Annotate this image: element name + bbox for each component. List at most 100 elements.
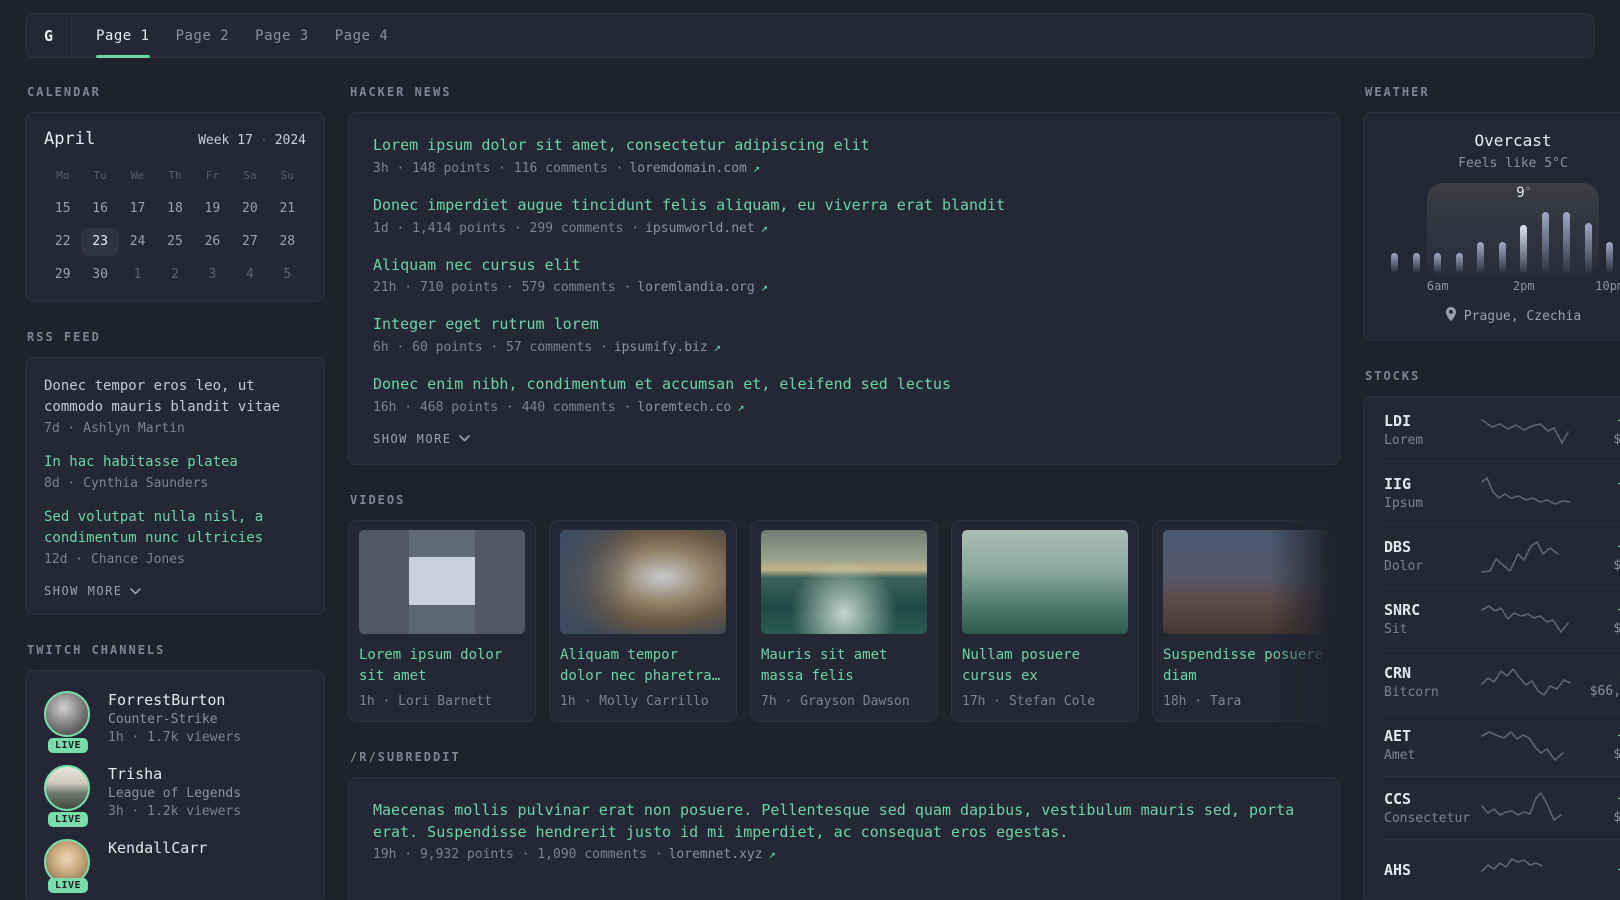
temperature-bar-slot [1535, 209, 1557, 273]
temperature-bar [1563, 212, 1571, 273]
temperature-bar [1434, 253, 1442, 273]
subreddit-widget: /R/SUBREDDIT Maecenas mollis pulvinar er… [348, 750, 1340, 900]
stock-row[interactable]: SNRC Sit +1.36% $148.64 [1384, 587, 1620, 650]
video-thumbnail[interactable] [1163, 529, 1329, 634]
calendar-day: 16 [92, 201, 108, 216]
weather-widget: WEATHER Overcast Feels like 5°C 9° 6am 2pm… [1363, 85, 1620, 341]
story-title[interactable]: Donec imperdiet augue tincidunt felis al… [373, 195, 1315, 217]
video-title[interactable]: Lorem ipsum dolor sit amet consectetu… [359, 645, 525, 689]
story-domain-link[interactable]: ipsumworld.net [645, 221, 755, 236]
stock-price: $795.18 [1613, 432, 1620, 447]
temperature-bar-slot [1599, 209, 1620, 273]
videos-section-title: VIDEOS [350, 492, 406, 507]
video-title[interactable]: Aliquam tempor dolor nec pharetra… [560, 645, 726, 689]
show-more-label: SHOW MORE [373, 431, 452, 446]
weather-card: Overcast Feels like 5°C 9° 6am 2pm 10pm Pra… [1363, 112, 1620, 341]
weather-condition: Overcast [1474, 131, 1552, 150]
tab-page-4[interactable]: Page 4 [335, 14, 389, 57]
post-meta: 19h · 9,932 points · 1,090 comments · lo… [373, 847, 1315, 862]
live-badge: LIVE [47, 738, 89, 753]
rss-show-more-button[interactable]: SHOW MORE [44, 584, 141, 598]
stocks-section-title: STOCKS [1365, 369, 1421, 383]
story-meta: 3h · 148 points · 116 comments · loremdo… [373, 161, 1315, 176]
rss-item-title[interactable]: Sed volutpat nulla nisl, a condimentum n… [44, 507, 306, 549]
temperature-bar-slot [1513, 209, 1535, 273]
app-logo[interactable]: G [26, 14, 72, 57]
stock-row[interactable]: CCS Consectetur +0.51% $165.84 [1384, 776, 1620, 839]
rss-section-title: RSS FEED [27, 330, 101, 344]
story-domain-link[interactable]: loremtech.co [637, 400, 731, 415]
twitch-channel-info: KendallCarr [108, 839, 207, 885]
twitch-game[interactable]: Counter-Strike [108, 712, 241, 727]
stock-numbers: +4.35% $795.18 [1576, 413, 1620, 447]
story-title[interactable]: Integer eget rutrum lorem [373, 314, 1315, 336]
time-axis-label: 2pm [1512, 279, 1535, 293]
stock-price: $42.04 [1576, 495, 1620, 510]
top-nav-bar: G Page 1 Page 2 Page 3 Page 4 [25, 13, 1595, 58]
right-column: WEATHER Overcast Feels like 5°C 9° 6am 2pm… [1363, 85, 1620, 900]
story-domain-link[interactable]: ipsumify.biz [614, 340, 708, 355]
hackernews-show-more-button[interactable]: SHOW MORE [373, 432, 470, 446]
stock-symbol: SNRC [1384, 601, 1421, 619]
video-thumbnail[interactable] [962, 529, 1128, 634]
twitch-game[interactable]: League of Legends [108, 786, 241, 801]
story-title[interactable]: Donec enim nibh, condimentum et accumsan… [373, 374, 1315, 396]
separator-dot: · [259, 133, 268, 148]
videos-carousel[interactable]: Lorem ipsum dolor sit amet consectetu… 1… [348, 519, 1340, 722]
video-thumbnail[interactable] [560, 529, 726, 634]
story-domain-link[interactable]: loremdomain.com [629, 161, 746, 176]
calendar-day: 18 [167, 201, 183, 216]
live-badge: LIVE [47, 878, 89, 893]
video-title[interactable]: Nullam posuere cursus ex [962, 645, 1128, 689]
stock-row[interactable]: CRN Bitcorn -1.00% $66,171.48 [1384, 650, 1620, 713]
weekday-header: Fr [205, 169, 220, 182]
live-badge: LIVE [47, 812, 89, 827]
rss-item: Sed volutpat nulla nisl, a condimentum n… [44, 507, 306, 567]
twitch-channel-name[interactable]: Trisha [108, 765, 241, 783]
twitch-channel-name[interactable]: ForrestBurton [108, 691, 241, 709]
video-title[interactable]: Suspendisse posuere diam [1163, 645, 1329, 689]
avatar[interactable] [44, 765, 90, 811]
stock-name: Amet [1384, 748, 1416, 763]
external-link-icon: ↗ [752, 160, 761, 175]
stock-sparkline [1480, 412, 1576, 448]
stock-symbol: IIG [1384, 475, 1412, 493]
stock-row[interactable]: LDI Lorem +4.35% $795.18 [1384, 399, 1620, 461]
story-stats: 6h · 60 points · 57 comments · [373, 340, 608, 355]
video-title[interactable]: Mauris sit amet massa felis [761, 645, 927, 689]
calendar-day: 25 [167, 234, 183, 249]
calendar-day-selected: 23 [81, 228, 119, 256]
calendar-section-title: CALENDAR [27, 85, 101, 99]
story-item: Aliquam nec cursus elit 21h · 710 points… [373, 255, 1315, 296]
story-domain-link[interactable]: loremlandia.org [637, 280, 754, 295]
weekday-header: Sa [243, 169, 257, 182]
story-title[interactable]: Aliquam nec cursus elit [373, 255, 1315, 277]
post-domain-link[interactable]: loremnet.xyz [669, 847, 763, 862]
video-thumbnail[interactable] [761, 529, 927, 634]
video-card: Aliquam tempor dolor nec pharetra… 1h · … [549, 519, 737, 722]
external-link-icon: ↗ [760, 220, 768, 235]
stock-change: +0.46% [1576, 862, 1620, 878]
avatar[interactable] [44, 691, 90, 737]
tab-page-1[interactable]: Page 1 [96, 14, 150, 58]
post-title[interactable]: Maecenas mollis pulvinar erat non posuer… [373, 800, 1315, 844]
stock-price: $148.64 [1613, 621, 1620, 636]
tab-page-2[interactable]: Page 2 [176, 14, 230, 57]
stock-row[interactable]: IIG Ipsum +2.84% $42.04 [1384, 461, 1620, 524]
story-title[interactable]: Lorem ipsum dolor sit amet, consectetur … [373, 135, 1315, 157]
calendar-header: April Week 17 · 2024 [44, 129, 306, 149]
stock-row[interactable]: DBS Dolor +1.42% $156.28 [1384, 524, 1620, 587]
stock-id: LDI Lorem [1384, 412, 1480, 448]
twitch-channel-name[interactable]: KendallCarr [108, 839, 207, 857]
time-axis-label: 6am [1426, 279, 1449, 293]
rss-item-title[interactable]: Donec tempor eros leo, ut commodo mauris… [44, 376, 306, 418]
tab-page-3[interactable]: Page 3 [255, 14, 309, 57]
chevron-down-icon [458, 435, 470, 442]
stock-row[interactable]: AHS +0.46% [1384, 839, 1620, 900]
video-thumbnail[interactable] [359, 529, 525, 634]
stock-sparkline [1480, 853, 1576, 889]
temperature-bar [1584, 223, 1592, 273]
stock-change: +1.36% [1576, 602, 1620, 618]
stock-row[interactable]: AET Amet +0.92% $499.72 [1384, 713, 1620, 776]
rss-item-title[interactable]: In hac habitasse platea [44, 452, 306, 473]
